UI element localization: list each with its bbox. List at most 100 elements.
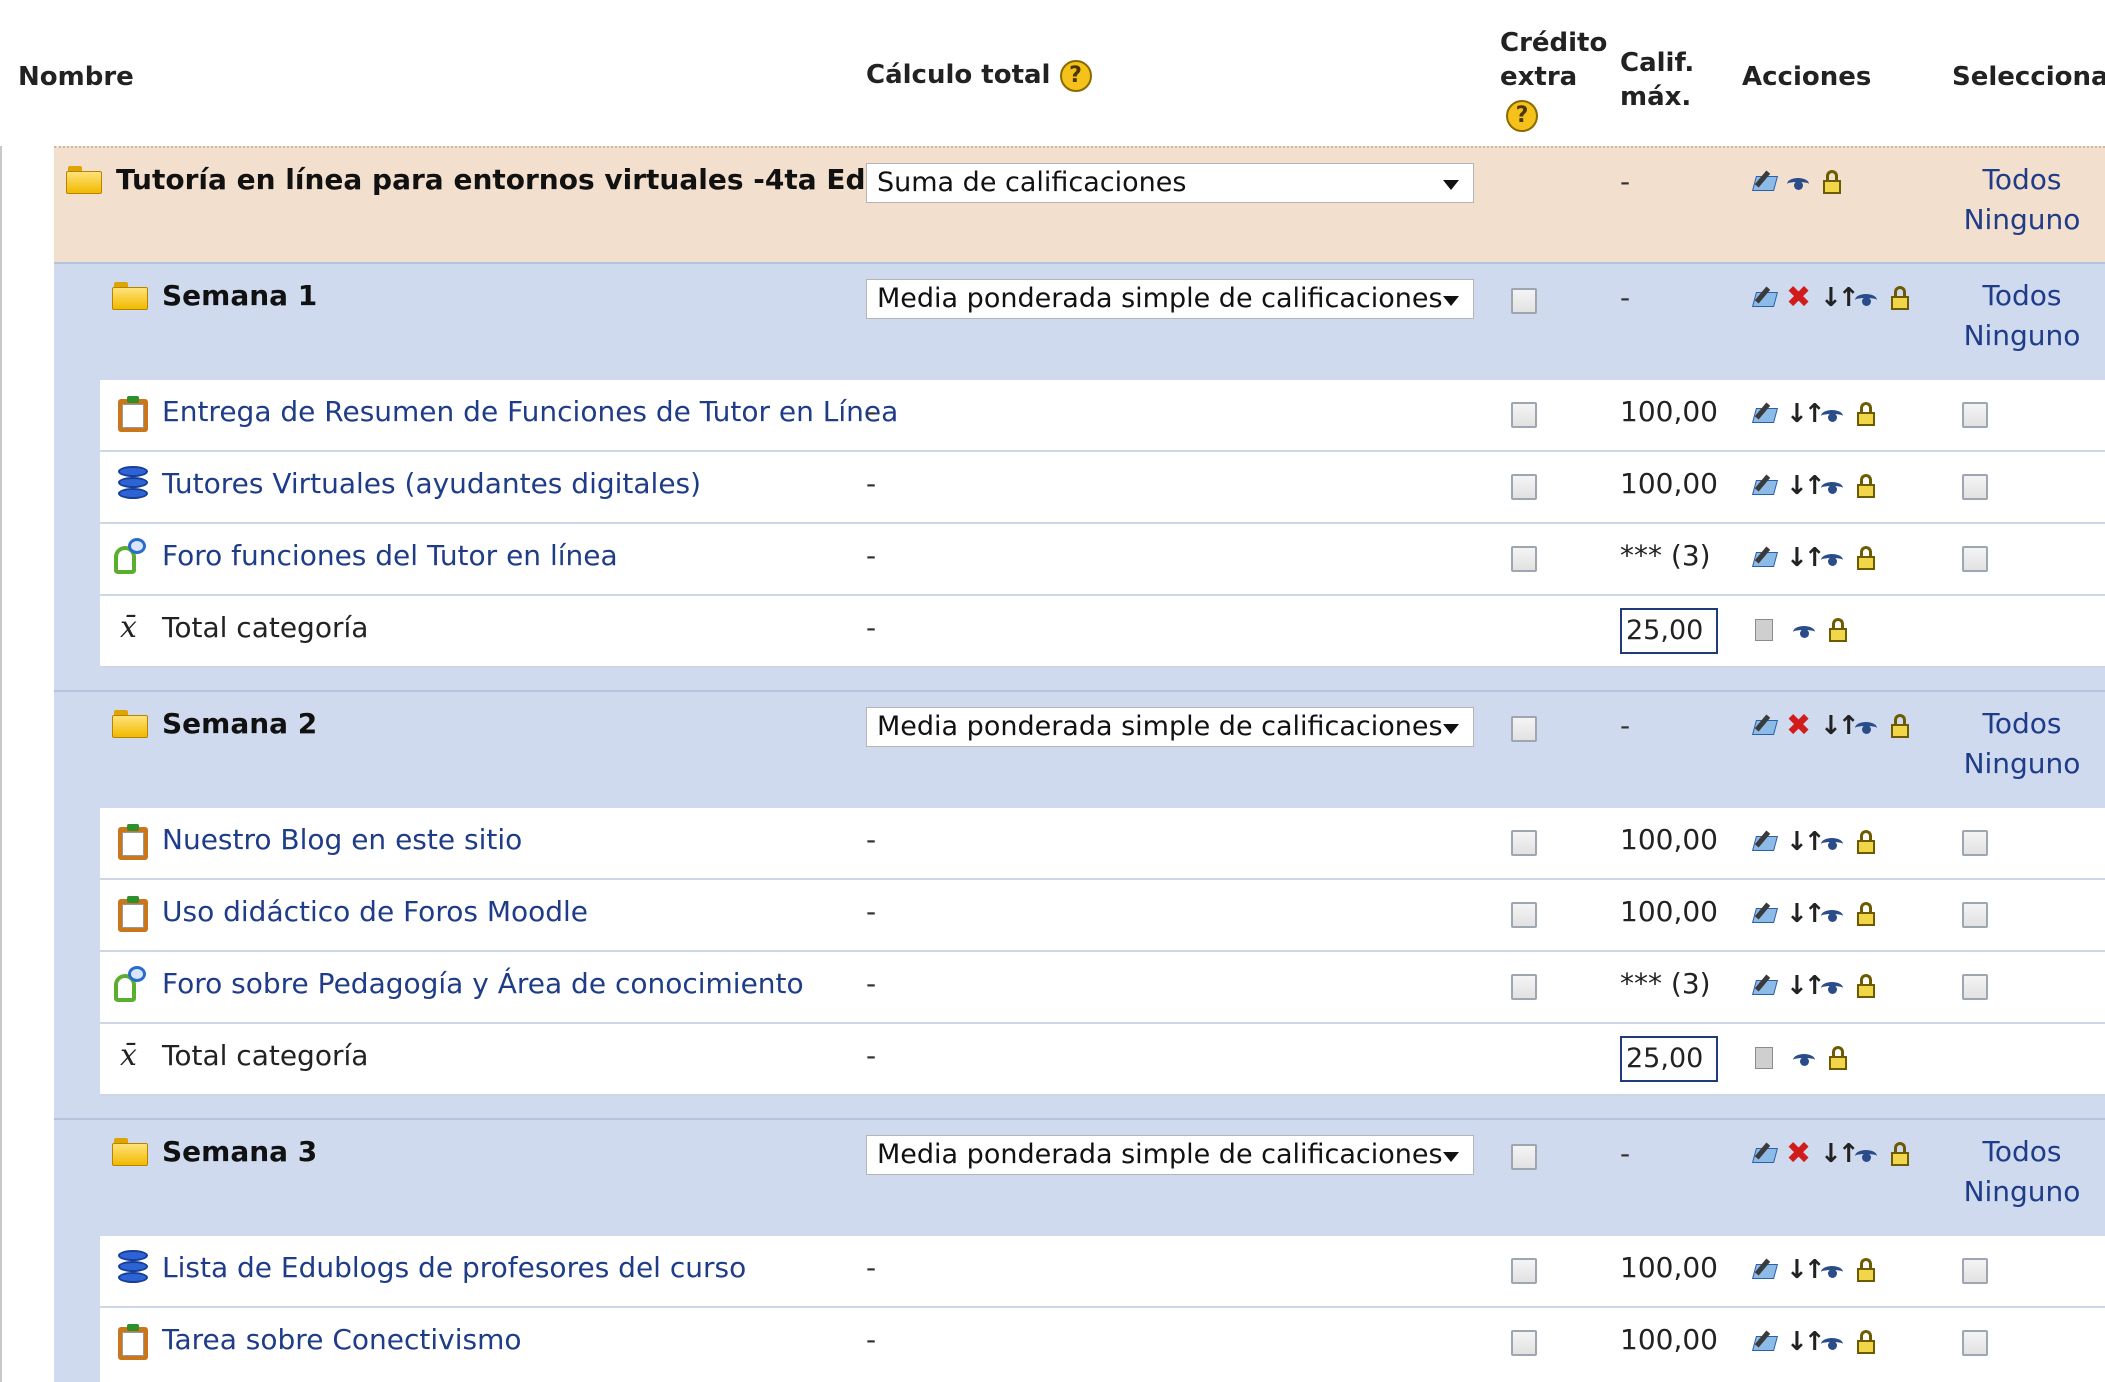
move-icon[interactable]: ↓↑ xyxy=(1786,544,1826,572)
lock-icon[interactable] xyxy=(1826,616,1850,644)
extra-credit-checkbox[interactable] xyxy=(1511,1258,1537,1284)
extra-credit-checkbox[interactable] xyxy=(1511,546,1537,572)
eye-icon[interactable] xyxy=(1820,828,1844,856)
edit-icon[interactable] xyxy=(1751,900,1779,928)
move-icon[interactable]: ↓↑ xyxy=(1820,284,1860,312)
calculator-icon[interactable] xyxy=(1752,1044,1776,1072)
grade-item-link[interactable]: Foro sobre Pedagogía y Área de conocimie… xyxy=(162,966,804,1002)
move-icon[interactable]: ↓↑ xyxy=(1786,900,1826,928)
select-all-link[interactable]: Todos xyxy=(1952,276,2092,316)
delete-icon[interactable]: ✖ xyxy=(1786,711,1811,741)
table-row: Foro sobre Pedagogía y Área de conocimie… xyxy=(100,952,2105,1024)
lock-icon[interactable] xyxy=(1854,544,1878,572)
eye-icon[interactable] xyxy=(1820,1328,1844,1356)
eye-icon[interactable] xyxy=(1854,712,1878,740)
lock-icon[interactable] xyxy=(1826,1044,1850,1072)
category-total-value-input[interactable]: 25,00 xyxy=(1620,1036,1718,1082)
eye-icon[interactable] xyxy=(1792,616,1816,644)
move-icon[interactable]: ↓↑ xyxy=(1786,400,1826,428)
eye-icon[interactable] xyxy=(1854,1140,1878,1168)
extra-credit-checkbox[interactable] xyxy=(1511,1330,1537,1356)
eye-icon[interactable] xyxy=(1820,544,1844,572)
help-icon[interactable]: ? xyxy=(1059,59,1092,92)
eye-icon[interactable] xyxy=(1820,472,1844,500)
grade-item-link[interactable]: Entrega de Resumen de Funciones de Tutor… xyxy=(162,394,898,430)
select-none-link[interactable]: Ninguno xyxy=(1952,200,2092,240)
lock-icon[interactable] xyxy=(1854,972,1878,1000)
extra-credit-checkbox[interactable] xyxy=(1511,288,1537,314)
select-all-link[interactable]: Todos xyxy=(1952,1132,2092,1172)
lock-icon[interactable] xyxy=(1854,900,1878,928)
edit-icon[interactable] xyxy=(1751,400,1779,428)
category-calc-select[interactable]: Media ponderada simple de calificaciones xyxy=(866,1135,1474,1175)
course-calc-select[interactable]: Suma de calificaciones xyxy=(866,163,1474,203)
select-all-link[interactable]: Todos xyxy=(1952,704,2092,744)
delete-icon[interactable]: ✖ xyxy=(1786,283,1811,313)
lock-icon[interactable] xyxy=(1854,1256,1878,1284)
extra-credit-checkbox[interactable] xyxy=(1511,974,1537,1000)
grade-item-link[interactable]: Nuestro Blog en este sitio xyxy=(162,822,522,858)
select-checkbox[interactable] xyxy=(1962,546,1988,572)
move-icon[interactable]: ↓↑ xyxy=(1786,828,1826,856)
eye-icon[interactable] xyxy=(1786,168,1810,196)
select-none-link[interactable]: Ninguno xyxy=(1952,316,2092,356)
move-icon[interactable]: ↓↑ xyxy=(1786,1328,1826,1356)
edit-icon[interactable] xyxy=(1751,168,1779,196)
extra-credit-checkbox[interactable] xyxy=(1511,402,1537,428)
category-calc-select[interactable]: Media ponderada simple de calificaciones xyxy=(866,707,1474,747)
lock-icon[interactable] xyxy=(1854,1328,1878,1356)
select-none-link[interactable]: Ninguno xyxy=(1952,744,2092,784)
lock-icon[interactable] xyxy=(1820,168,1844,196)
eye-icon[interactable] xyxy=(1820,900,1844,928)
eye-icon[interactable] xyxy=(1820,400,1844,428)
edit-icon[interactable] xyxy=(1751,472,1779,500)
extra-credit-checkbox[interactable] xyxy=(1511,830,1537,856)
edit-icon[interactable] xyxy=(1751,828,1779,856)
eye-icon[interactable] xyxy=(1820,1256,1844,1284)
category-calc-select[interactable]: Media ponderada simple de calificaciones xyxy=(866,279,1474,319)
edit-icon[interactable] xyxy=(1751,1140,1779,1168)
select-checkbox[interactable] xyxy=(1962,830,1988,856)
edit-icon[interactable] xyxy=(1751,544,1779,572)
edit-icon[interactable] xyxy=(1751,712,1779,740)
select-all-link[interactable]: Todos xyxy=(1952,160,2092,200)
move-icon[interactable]: ↓↑ xyxy=(1786,972,1826,1000)
lock-icon[interactable] xyxy=(1854,472,1878,500)
select-checkbox[interactable] xyxy=(1962,902,1988,928)
grade-item-link[interactable]: Tarea sobre Conectivismo xyxy=(162,1322,521,1358)
move-icon[interactable]: ↓↑ xyxy=(1786,1256,1826,1284)
grade-item-link[interactable]: Tutores Virtuales (ayudantes digitales) xyxy=(162,466,701,502)
extra-credit-checkbox[interactable] xyxy=(1511,902,1537,928)
lock-icon[interactable] xyxy=(1888,1140,1912,1168)
extra-credit-checkbox[interactable] xyxy=(1511,474,1537,500)
grade-item-link[interactable]: Lista de Edublogs de profesores del curs… xyxy=(162,1250,746,1286)
edit-icon[interactable] xyxy=(1751,972,1779,1000)
extra-credit-checkbox[interactable] xyxy=(1511,716,1537,742)
edit-icon[interactable] xyxy=(1751,284,1779,312)
edit-icon[interactable] xyxy=(1751,1328,1779,1356)
select-checkbox[interactable] xyxy=(1962,1258,1988,1284)
delete-icon[interactable]: ✖ xyxy=(1786,1139,1811,1169)
calculator-icon[interactable] xyxy=(1752,616,1776,644)
move-icon[interactable]: ↓↑ xyxy=(1820,712,1860,740)
select-checkbox[interactable] xyxy=(1962,974,1988,1000)
lock-icon[interactable] xyxy=(1888,712,1912,740)
extra-credit-checkbox[interactable] xyxy=(1511,1144,1537,1170)
lock-icon[interactable] xyxy=(1854,828,1878,856)
grade-item-link[interactable]: Foro funciones del Tutor en línea xyxy=(162,538,618,574)
move-icon[interactable]: ↓↑ xyxy=(1786,472,1826,500)
select-checkbox[interactable] xyxy=(1962,474,1988,500)
select-none-link[interactable]: Ninguno xyxy=(1952,1172,2092,1212)
select-checkbox[interactable] xyxy=(1962,402,1988,428)
lock-icon[interactable] xyxy=(1854,400,1878,428)
eye-icon[interactable] xyxy=(1820,972,1844,1000)
edit-icon[interactable] xyxy=(1751,1256,1779,1284)
select-checkbox[interactable] xyxy=(1962,1330,1988,1356)
eye-icon[interactable] xyxy=(1792,1044,1816,1072)
grade-item-link[interactable]: Uso didáctico de Foros Moodle xyxy=(162,894,588,930)
category-total-value-input[interactable]: 25,00 xyxy=(1620,608,1718,654)
move-icon[interactable]: ↓↑ xyxy=(1820,1140,1860,1168)
lock-icon[interactable] xyxy=(1888,284,1912,312)
help-icon[interactable]: ? xyxy=(1506,100,1538,132)
eye-icon[interactable] xyxy=(1854,284,1878,312)
